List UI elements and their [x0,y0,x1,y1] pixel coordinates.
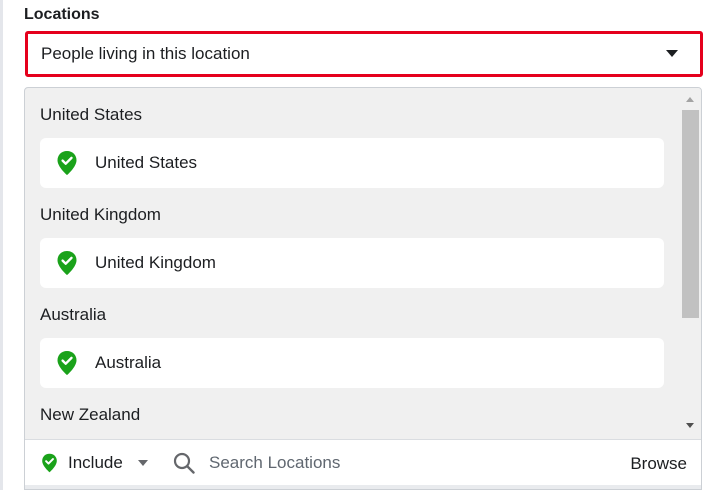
scroll-down-arrow-icon[interactable] [686,423,694,428]
location-item[interactable]: Australia [40,338,664,388]
panel-bottom-strip [25,485,701,489]
magnifier-icon [173,452,195,474]
search-field[interactable] [173,452,589,474]
scroll-up-arrow-icon[interactable] [686,97,694,102]
group-title: Australia [40,305,107,324]
location-name: Australia [95,353,162,372]
scrollbar-thumb[interactable] [682,110,699,318]
include-dropdown[interactable]: Include [41,453,148,473]
caret-down-icon[interactable] [666,50,678,57]
caret-down-icon[interactable] [137,460,148,466]
location-pin-check-icon [56,150,78,176]
location-pin-check-icon [56,250,78,276]
location-pin-check-icon [56,350,78,376]
location-pin-check-icon [41,453,58,473]
group-title: United States [40,105,143,124]
location-type-value: People living in this location [41,44,250,63]
locations-list: United States United States United Kingd… [25,88,681,439]
location-search-bar: Include Browse [25,439,701,485]
scrollbar[interactable] [679,88,701,439]
location-item[interactable]: United Kingdom [40,238,664,288]
include-label: Include [68,453,123,472]
search-locations-input[interactable] [209,453,589,473]
selected-locations-panel: United States United States United Kingd… [24,87,702,490]
section-label: Locations [24,6,100,23]
group-title: United Kingdom [40,205,161,224]
browse-button[interactable]: Browse [630,454,687,474]
group-title: New Zealand [40,405,141,424]
location-item[interactable]: United States [40,138,664,188]
location-type-dropdown[interactable]: People living in this location [25,31,703,77]
location-name: United States [95,153,198,172]
location-name: United Kingdom [95,253,216,272]
left-divider [0,0,3,490]
